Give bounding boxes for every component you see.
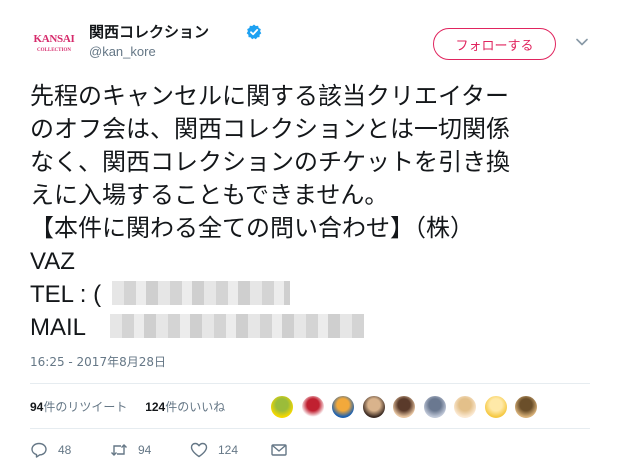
chevron-down-icon[interactable]	[576, 38, 588, 46]
envelope-icon	[271, 444, 287, 456]
retweet-count: 94	[138, 443, 152, 457]
divider	[30, 383, 590, 384]
liker-avatars	[270, 395, 545, 419]
liker-avatar[interactable]	[422, 395, 447, 419]
verified-badge-icon	[246, 24, 262, 40]
liker-avatar[interactable]	[483, 395, 508, 419]
reply-button[interactable]: 48	[30, 441, 71, 459]
divider	[30, 428, 590, 429]
like-count: 124	[218, 443, 239, 457]
follow-button[interactable]: フォローする	[433, 28, 556, 60]
tweet-timestamp[interactable]: 16:25 - 2017年8月28日	[30, 353, 166, 370]
tweet-stats: 94件のリツイート 124件のいいね	[30, 398, 239, 415]
message-button[interactable]	[270, 441, 298, 459]
user-display-name[interactable]: 関西コレクション	[89, 21, 209, 42]
tweet-line: 先程のキャンセルに関する該当クリエイター	[30, 82, 510, 110]
reply-count: 48	[58, 443, 72, 457]
tweet-company: VAZ	[30, 248, 75, 275]
like-button[interactable]: 124	[190, 441, 238, 459]
liker-avatar[interactable]	[453, 395, 477, 419]
retweet-icon	[111, 444, 127, 456]
liker-avatar[interactable]	[270, 395, 294, 419]
liker-avatar[interactable]	[361, 395, 386, 419]
like-stat[interactable]: 124件のいいね	[145, 400, 225, 414]
retweet-stat[interactable]: 94件のリツイート	[30, 400, 127, 414]
avatar[interactable]: KANSAI COLLECTION	[30, 29, 78, 61]
tweet-line: なく、関西コレクションのチケットを引き換	[30, 148, 510, 176]
heart-icon	[190, 442, 208, 458]
retweet-button[interactable]: 94	[110, 441, 151, 459]
kansai-collection-logo: KANSAI COLLECTION	[33, 33, 75, 54]
reply-icon	[31, 442, 47, 458]
tweet-line: のオフ会は、関西コレクションとは一切関係	[30, 115, 510, 143]
tweet-line: 【本件に関わる全ての問い合わせ】（株）	[30, 214, 474, 242]
redacted-phone	[112, 281, 290, 305]
liker-avatar[interactable]	[514, 395, 538, 419]
user-handle[interactable]: @kan_kore	[89, 44, 156, 59]
liker-avatar[interactable]	[331, 395, 355, 419]
redacted-email	[110, 314, 364, 338]
liker-avatar[interactable]	[392, 395, 416, 419]
tweet-line: えに入場することもできません。	[30, 181, 389, 209]
liker-avatar[interactable]	[300, 395, 325, 419]
